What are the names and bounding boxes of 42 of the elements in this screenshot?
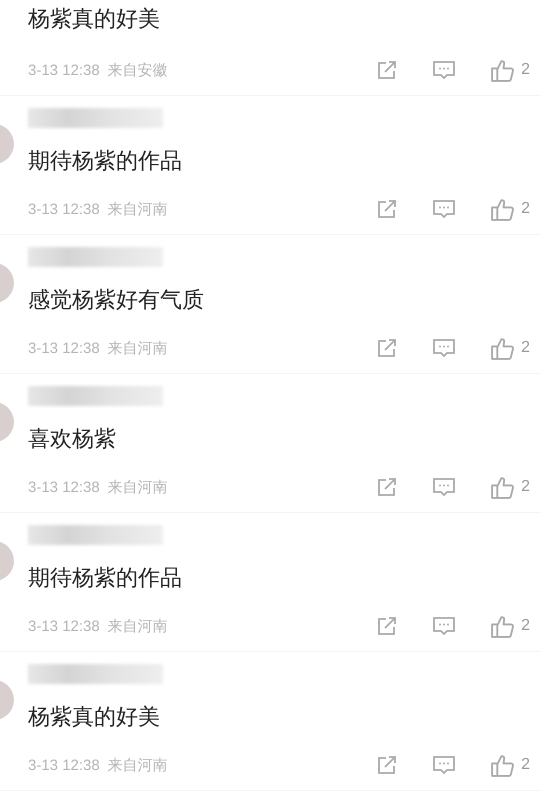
comment-text: 期待杨紫的作品 (28, 148, 183, 176)
share-icon[interactable] (376, 198, 398, 220)
thumbs-up-icon[interactable] (490, 336, 516, 360)
comment-icon[interactable] (432, 476, 456, 498)
comment-location: 来自河南 (108, 200, 168, 218)
like-count: 2 (521, 61, 530, 79)
thumbs-up-icon[interactable] (490, 474, 516, 500)
comment-text: 期待杨紫的作品 (28, 565, 183, 593)
comment-time: 3-13 12:38 (28, 756, 100, 774)
like-count: 2 (521, 339, 530, 357)
like-count: 2 (521, 200, 530, 218)
comment-text: 喜欢杨紫 (28, 426, 117, 454)
comment-location: 来自河南 (108, 756, 168, 774)
comment-icon[interactable] (432, 754, 456, 776)
comment-text: 感觉杨紫好有气质 (28, 287, 205, 315)
comment-time: 3-13 12:38 (28, 62, 100, 78)
comment-location: 来自河南 (108, 616, 168, 636)
comment-icon[interactable] (432, 59, 456, 81)
thumbs-up-icon[interactable] (490, 614, 516, 638)
share-icon[interactable] (376, 476, 398, 498)
comment-location: 来自安徽 (108, 60, 168, 80)
thumbs-up-icon[interactable] (490, 58, 516, 82)
comment-location: 来自河南 (108, 338, 168, 358)
comment-icon[interactable] (432, 615, 456, 637)
comment-time: 3-13 12:38 (28, 618, 100, 634)
comment-location: 来自河南 (108, 478, 168, 496)
comment-icon[interactable] (432, 198, 456, 220)
share-icon[interactable] (376, 337, 398, 359)
thumbs-up-icon[interactable] (490, 752, 516, 778)
comment-time: 3-13 12:38 (28, 200, 100, 218)
comment-text: 杨紫真的好美 (28, 6, 161, 34)
comment-time: 3-13 12:38 (28, 340, 100, 356)
comment-icon[interactable] (432, 337, 456, 359)
comment-text: 杨紫真的好美 (28, 704, 161, 732)
like-count: 2 (521, 617, 530, 635)
comment-time: 3-13 12:38 (28, 478, 100, 496)
like-count: 2 (521, 478, 530, 496)
like-count: 2 (521, 756, 530, 774)
thumbs-up-icon[interactable] (490, 196, 516, 222)
share-icon[interactable] (376, 615, 398, 637)
share-icon[interactable] (376, 754, 398, 776)
share-icon[interactable] (376, 59, 398, 81)
